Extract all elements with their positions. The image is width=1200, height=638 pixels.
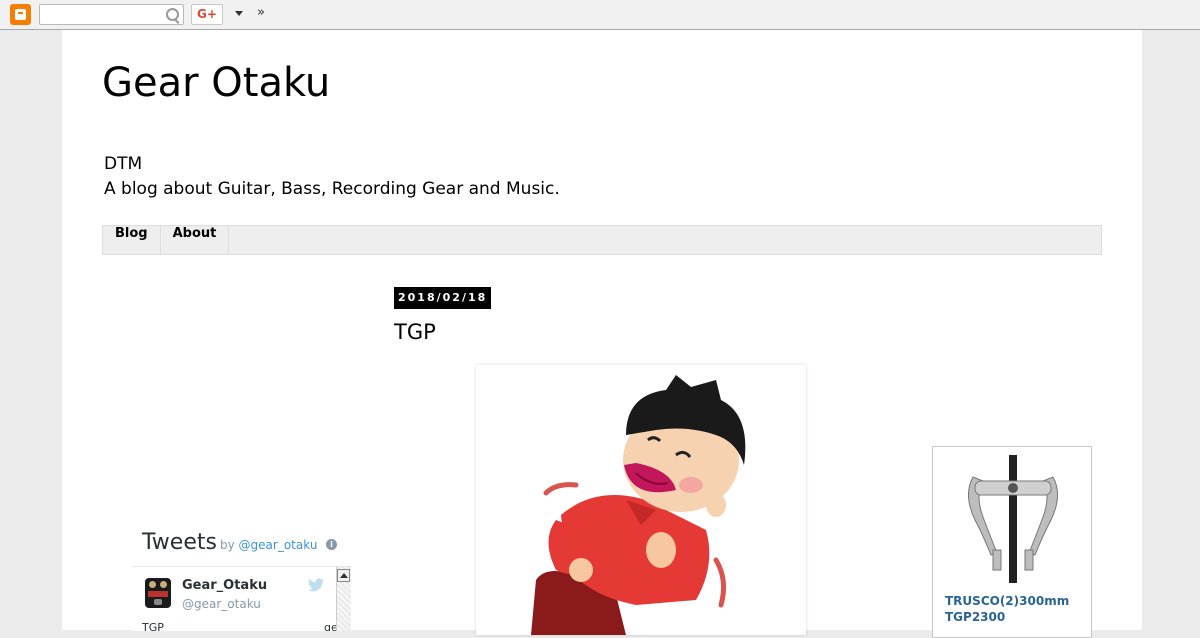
info-icon[interactable]: i [326,539,337,550]
tweets-scrollbar[interactable] [336,567,351,631]
scroll-up-icon[interactable] [337,569,350,582]
avatar[interactable] [145,578,171,608]
tweet-author-handle[interactable]: @gear_otaku [182,597,261,611]
tweet-author-name[interactable]: Gear_Otaku [182,578,267,593]
tab-about[interactable]: About [161,226,230,254]
twitter-timeline-widget: Tweets by @gear_otaku i Gear_Otaku @gear… [132,530,352,631]
google-plus-button[interactable]: G+ [191,4,223,25]
blog-description-line1: DTM [104,154,143,174]
twitter-bird-icon[interactable] [308,578,324,592]
search-icon[interactable] [166,8,179,21]
tweets-by-line: by @gear_otaku [220,538,317,552]
post-image[interactable] [476,365,806,635]
blog-description-line2: A blog about Guitar, Bass, Recording Gea… [104,179,560,199]
page-tabs: Blog About [102,225,1102,255]
tweets-by-handle-link[interactable]: @gear_otaku [239,538,318,552]
blogger-logo-icon[interactable] [10,4,31,25]
gear-puller-image[interactable] [953,455,1073,590]
blog-content: Gear Otaku DTM A blog about Guitar, Bass… [62,30,1142,638]
post-date: 2018/02/18 [394,287,492,309]
blog-title[interactable]: Gear Otaku [102,60,330,106]
tweets-list: Gear_Otaku @gear_otaku TGP ge [132,566,352,631]
ad-product-link[interactable]: TRUSCO(2)300mm TGP2300 [945,593,1085,625]
tweets-title: Tweets [142,530,217,555]
tweets-by-prefix: by [220,538,235,552]
post-title[interactable]: TGP [394,320,436,344]
blogger-navbar: G+ » [0,0,1200,30]
blog-description: DTM A blog about Guitar, Bass, Recording… [104,152,560,202]
tab-blog[interactable]: Blog [103,226,161,254]
navbar-more-link[interactable]: » [257,5,265,20]
ad-product-line2[interactable]: TGP2300 [945,609,1085,625]
dancing-man-illustration [531,375,746,635]
ad-product-line1[interactable]: TRUSCO(2)300mm [945,593,1085,609]
chevron-down-icon[interactable] [235,11,243,16]
navbar-search-input[interactable] [39,4,184,25]
product-ad[interactable]: TRUSCO(2)300mm TGP2300 [932,446,1092,638]
